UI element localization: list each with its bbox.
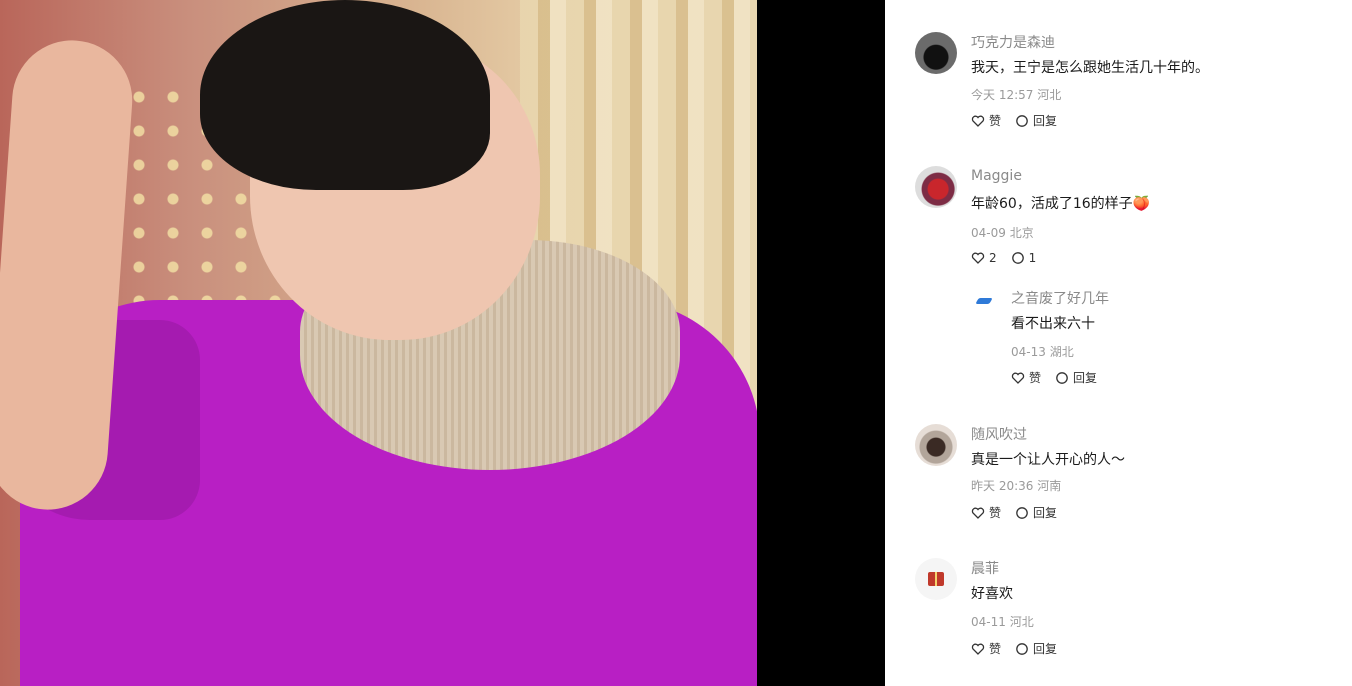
comment-bubble-icon — [1015, 642, 1029, 656]
like-button[interactable]: 赞 — [971, 504, 1001, 521]
comment-username[interactable]: 巧克力是森迪 — [971, 32, 1055, 52]
comment-meta: 今天 12:57 河北 — [971, 86, 1061, 103]
comment-time: 04-09 — [971, 226, 1006, 240]
comment-text: 真是一个让人开心的人～ — [971, 452, 1125, 468]
bird-logo-icon — [975, 298, 993, 304]
comment-location: 河南 — [1037, 479, 1062, 493]
avatar[interactable] — [915, 32, 957, 74]
comment-username[interactable]: 随风吹过 — [971, 424, 1027, 444]
avatar[interactable] — [915, 424, 957, 466]
comment-actions: 赞 回复 — [971, 504, 1057, 521]
avatar[interactable] — [915, 558, 957, 600]
comment-actions: 2 1 — [971, 251, 1036, 265]
comment-text: 年龄60，活成了16的样子🍑 — [971, 193, 1150, 213]
like-label: 赞 — [989, 642, 1002, 656]
divider — [757, 0, 885, 686]
like-label: 赞 — [989, 114, 1002, 128]
comment-username[interactable]: 晨菲 — [971, 558, 999, 578]
reply-button[interactable]: 回复 — [1015, 640, 1057, 657]
reply-label: 回复 — [1073, 371, 1098, 385]
heart-icon — [971, 642, 985, 656]
comment-actions: 赞 回复 — [971, 112, 1057, 129]
reply-username[interactable]: 之音废了好几年 — [1011, 288, 1109, 308]
reply-text: 看不出来六十 — [1011, 316, 1095, 332]
comments-panel: 巧克力是森迪 我天，王宁是怎么跟她生活几十年的。 今天 12:57 河北 赞 回… — [885, 0, 1352, 686]
comment-meta: 昨天 20:36 河南 — [971, 477, 1061, 494]
reply-button[interactable]: 1 — [1011, 251, 1037, 265]
gift-icon — [928, 572, 944, 586]
reply-time: 04-13 — [1011, 345, 1046, 359]
reply-label: 回复 — [1033, 506, 1058, 520]
comment-text: 好喜欢 — [971, 586, 1013, 602]
comment-time: 今天 12:57 — [971, 88, 1034, 102]
reply-count: 1 — [1028, 251, 1037, 265]
heart-icon — [971, 506, 985, 520]
comment-text: 我天，王宁是怎么跟她生活几十年的。 — [971, 60, 1209, 76]
like-button[interactable]: 赞 — [1011, 369, 1041, 386]
heart-icon — [1011, 371, 1025, 385]
comment-text-body: 年龄60，活成了16的样子 — [971, 196, 1133, 212]
comment-bubble-icon — [1015, 506, 1029, 520]
reply-button[interactable]: 回复 — [1015, 112, 1057, 129]
video-player[interactable] — [0, 0, 757, 686]
person-hair — [200, 0, 490, 190]
comment-bubble-icon — [1055, 371, 1069, 385]
comment-bubble-icon — [1015, 114, 1029, 128]
comment-location: 河北 — [1037, 88, 1062, 102]
avatar[interactable] — [971, 288, 997, 314]
heart-icon — [971, 251, 985, 265]
comment-meta: 04-09 北京 — [971, 224, 1034, 241]
reply-actions: 赞 回复 — [1011, 369, 1097, 386]
like-count: 2 — [989, 251, 997, 265]
reply-meta: 04-13 湖北 — [1011, 343, 1074, 360]
reply-label: 回复 — [1033, 114, 1058, 128]
reply-button[interactable]: 回复 — [1015, 504, 1057, 521]
reply-label: 回复 — [1033, 642, 1058, 656]
heart-icon — [971, 114, 985, 128]
like-button[interactable]: 赞 — [971, 640, 1001, 657]
comment-location: 北京 — [1009, 226, 1034, 240]
avatar[interactable] — [915, 166, 957, 208]
comment-actions: 赞 回复 — [971, 640, 1057, 657]
comment-time: 昨天 20:36 — [971, 479, 1034, 493]
like-button[interactable]: 2 — [971, 251, 997, 265]
like-label: 赞 — [1029, 371, 1042, 385]
comment-bubble-icon — [1011, 251, 1025, 265]
peach-emoji: 🍑 — [1132, 196, 1151, 212]
reply-location: 湖北 — [1049, 345, 1074, 359]
comment-time: 04-11 — [971, 615, 1006, 629]
comment-meta: 04-11 河北 — [971, 613, 1034, 630]
like-button[interactable]: 赞 — [971, 112, 1001, 129]
like-label: 赞 — [989, 506, 1002, 520]
comment-username[interactable]: Maggie — [971, 168, 1022, 184]
comment-location: 河北 — [1009, 615, 1034, 629]
reply-button[interactable]: 回复 — [1055, 369, 1097, 386]
